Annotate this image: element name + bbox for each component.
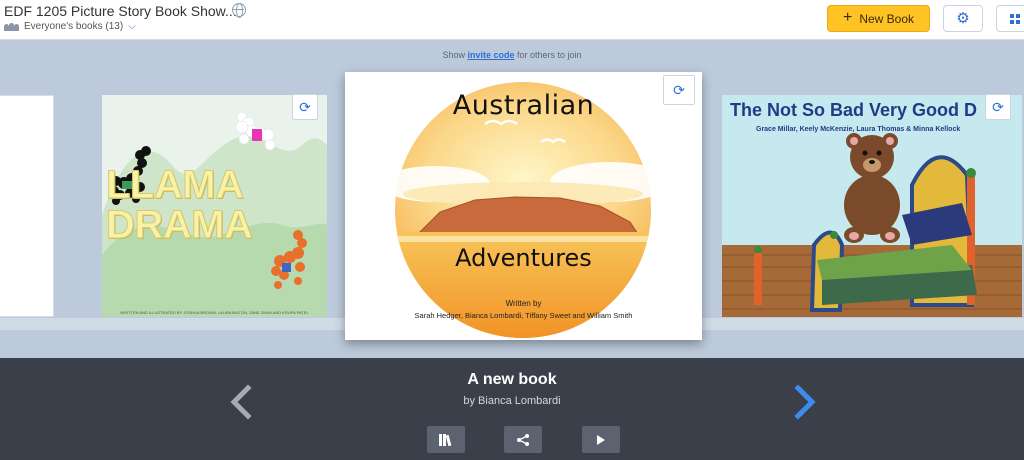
share-button[interactable] <box>504 426 542 453</box>
book-cover-left[interactable] <box>0 95 54 317</box>
llama-title: LLAMA DRAMA <box>105 163 253 247</box>
new-book-button[interactable]: + New Book <box>827 5 930 32</box>
globe-icon[interactable] <box>232 3 246 18</box>
invite-suffix: for others to join <box>517 50 582 60</box>
library-selector[interactable]: Everyone's books (13) ⌵ <box>4 21 136 32</box>
teddy-authors: Grace Millar, Keely McKenzie, Laura Thom… <box>756 126 961 133</box>
settings-button[interactable]: ⚙ <box>943 5 983 32</box>
gear-icon: ⚙ <box>956 10 970 27</box>
top-bar: EDF 1205 Picture Story Book Show... Ever… <box>0 0 1024 40</box>
australian-written-by: Written by <box>505 299 542 308</box>
bookshelf-stage: Show invite code for others to join LLAM… <box>0 40 1024 358</box>
cycle-cover-button[interactable]: ⟳ <box>663 75 695 105</box>
new-book-label: New Book <box>859 11 915 26</box>
play-button[interactable] <box>582 426 620 453</box>
book-info-bar: A new book by Bianca Lombardi <box>0 358 1024 460</box>
library-button[interactable] <box>427 426 465 453</box>
llama-credit: WRITTEN AND ILLUSTRATED BY JOSHUA BROWN,… <box>120 310 309 315</box>
play-icon <box>597 434 605 445</box>
cycle-icon: ⟳ <box>992 99 1004 115</box>
chevron-left-icon[interactable] <box>228 384 254 420</box>
current-book-title: A new book <box>467 371 557 388</box>
invite-message: Show invite code for others to join <box>0 50 1024 60</box>
share-icon <box>517 433 529 446</box>
cycle-icon: ⟳ <box>299 99 311 115</box>
people-icon <box>4 22 20 31</box>
grid-view-button[interactable] <box>996 5 1024 32</box>
chevron-down-icon: ⌵ <box>128 21 136 32</box>
australian-title-line2: Adventures <box>455 244 592 272</box>
book-cover-australian-adventures[interactable]: Australian Adventures Written by Sarah H… <box>345 72 702 340</box>
library-icon <box>439 433 452 446</box>
cycle-cover-button[interactable]: ⟳ <box>292 94 318 120</box>
australian-authors: Sarah Hedger, Bianca Lombardi, Tiffany S… <box>414 311 633 320</box>
library-label: Everyone's books (13) <box>24 21 124 32</box>
invite-code-link[interactable]: invite code <box>467 50 514 60</box>
plus-icon: + <box>842 9 853 26</box>
cycle-icon: ⟳ <box>673 82 685 98</box>
current-book-author: by Bianca Lombardi <box>463 395 561 407</box>
book-cover-not-so-bad[interactable]: The Not So Bad Very Good D Grace Millar,… <box>722 95 1022 317</box>
cycle-cover-button[interactable]: ⟳ <box>985 94 1011 120</box>
page-title: EDF 1205 Picture Story Book Show... <box>4 3 237 19</box>
invite-prefix: Show <box>442 50 465 60</box>
grid-icon <box>1010 14 1020 24</box>
australian-title-line1: Australian <box>452 90 595 121</box>
llama-title-line2: DRAMA <box>105 203 253 247</box>
chevron-right-icon[interactable] <box>792 384 818 420</box>
book-cover-llama-drama[interactable]: LLAMA DRAMA WRITTEN AND ILLUSTRATED BY J… <box>102 95 327 317</box>
teddy-title: The Not So Bad Very Good D <box>730 100 978 120</box>
llama-title-line1: LLAMA <box>105 163 244 207</box>
